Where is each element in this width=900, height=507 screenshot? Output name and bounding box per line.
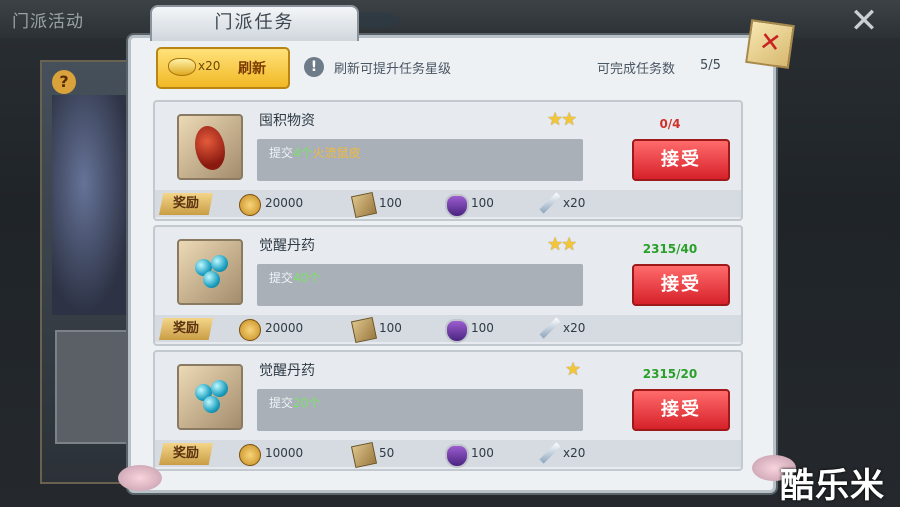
fire-rat-hide-icon bbox=[195, 126, 225, 170]
task-description: 提交20个 bbox=[269, 394, 320, 411]
desc-count: 40个 bbox=[293, 271, 321, 285]
sword-icon bbox=[539, 317, 561, 339]
reward-shield: 100 bbox=[471, 446, 494, 460]
book-icon bbox=[350, 191, 378, 219]
background-character-art bbox=[52, 95, 132, 315]
task-progress: 2315/20 bbox=[642, 367, 698, 381]
completable-count-value: 5/5 bbox=[700, 58, 721, 73]
completable-count-label: 可完成任务数 bbox=[597, 62, 676, 77]
reward-sword: x20 bbox=[563, 321, 586, 335]
lotus-decoration bbox=[118, 465, 162, 491]
desc-count: 4个 bbox=[293, 146, 313, 160]
task-card: 觉醒丹药 ★★ 2315/40 提交40个 接受 奖励 20000 100 10… bbox=[153, 225, 743, 346]
reward-coins: 10000 bbox=[265, 446, 304, 460]
task-description-box: 提交4个火流鼠皮 bbox=[257, 139, 583, 181]
desc-count: 20个 bbox=[293, 396, 321, 410]
reward-bar: 奖励 20000 100 100 x20 bbox=[155, 315, 741, 344]
dialog-title: 门派任务 bbox=[150, 5, 359, 41]
task-card: 觉醒丹药 ★ 2315/20 提交20个 接受 奖励 10000 50 100 … bbox=[153, 350, 743, 471]
reward-coins: 20000 bbox=[265, 196, 304, 210]
close-icon[interactable]: ✕ bbox=[745, 19, 795, 69]
accept-button[interactable]: 接受 bbox=[632, 139, 730, 181]
refresh-button[interactable]: x20 刷新 bbox=[156, 47, 290, 89]
pill-icon bbox=[203, 271, 220, 288]
reward-book: 100 bbox=[379, 321, 402, 335]
pill-icon bbox=[203, 396, 220, 413]
task-name: 觉醒丹药 bbox=[259, 238, 315, 254]
background-tab bbox=[55, 330, 134, 444]
reward-label: 奖励 bbox=[159, 443, 213, 465]
info-icon: ! bbox=[304, 57, 324, 77]
refresh-hint: 刷新可提升任务星级 bbox=[334, 62, 452, 77]
reward-book: 50 bbox=[379, 446, 395, 460]
reward-bar: 奖励 10000 50 100 x20 bbox=[155, 440, 741, 469]
task-description: 提交40个 bbox=[269, 269, 320, 286]
sword-icon bbox=[539, 192, 561, 214]
book-icon bbox=[350, 316, 378, 344]
accept-button[interactable]: 接受 bbox=[632, 264, 730, 306]
task-progress: 0/4 bbox=[659, 117, 681, 131]
accept-button[interactable]: 接受 bbox=[632, 389, 730, 431]
help-icon[interactable]: ? bbox=[52, 70, 76, 94]
gold-ingot-icon bbox=[168, 58, 196, 76]
coin-icon bbox=[239, 194, 261, 216]
reward-bar: 奖励 20000 100 100 x20 bbox=[155, 190, 741, 219]
task-item-icon bbox=[177, 114, 243, 180]
watermark: 酷乐米 bbox=[780, 466, 885, 506]
reward-sword: x20 bbox=[563, 196, 586, 210]
refresh-cost: x20 bbox=[198, 59, 221, 73]
pill-icon bbox=[211, 255, 228, 272]
shield-icon bbox=[445, 194, 469, 218]
background-close-icon[interactable]: ✕ bbox=[846, 4, 882, 40]
reward-label: 奖励 bbox=[159, 318, 213, 340]
reward-sword: x20 bbox=[563, 446, 586, 460]
reward-label: 奖励 bbox=[159, 193, 213, 215]
task-description-box: 提交40个 bbox=[257, 264, 583, 306]
refresh-label: 刷新 bbox=[238, 61, 266, 77]
background-title: 门派活动 bbox=[12, 12, 84, 32]
task-star-rating: ★★ bbox=[547, 234, 577, 255]
task-card: 囤积物资 ★★ 0/4 提交4个火流鼠皮 接受 奖励 20000 100 100… bbox=[153, 100, 743, 221]
task-progress: 2315/40 bbox=[642, 242, 698, 256]
task-star-rating: ★★ bbox=[547, 109, 577, 130]
desc-prefix: 提交 bbox=[269, 146, 294, 160]
desc-item: 火流鼠皮 bbox=[312, 146, 361, 160]
book-icon bbox=[350, 441, 378, 469]
sword-icon bbox=[539, 442, 561, 464]
reward-shield: 100 bbox=[471, 196, 494, 210]
coin-icon bbox=[239, 444, 261, 466]
coin-icon bbox=[239, 319, 261, 341]
shield-icon bbox=[445, 319, 469, 343]
task-name: 觉醒丹药 bbox=[259, 363, 315, 379]
desc-prefix: 提交 bbox=[269, 271, 294, 285]
reward-coins: 20000 bbox=[265, 321, 304, 335]
task-star-rating: ★ bbox=[565, 359, 581, 380]
pill-icon bbox=[211, 380, 228, 397]
task-description-box: 提交20个 bbox=[257, 389, 583, 431]
reward-book: 100 bbox=[379, 196, 402, 210]
desc-prefix: 提交 bbox=[269, 396, 294, 410]
reward-shield: 100 bbox=[471, 321, 494, 335]
task-name: 囤积物资 bbox=[259, 113, 315, 129]
task-item-icon bbox=[177, 364, 243, 430]
task-description: 提交4个火流鼠皮 bbox=[269, 144, 361, 161]
shield-icon bbox=[445, 444, 469, 468]
task-item-icon bbox=[177, 239, 243, 305]
